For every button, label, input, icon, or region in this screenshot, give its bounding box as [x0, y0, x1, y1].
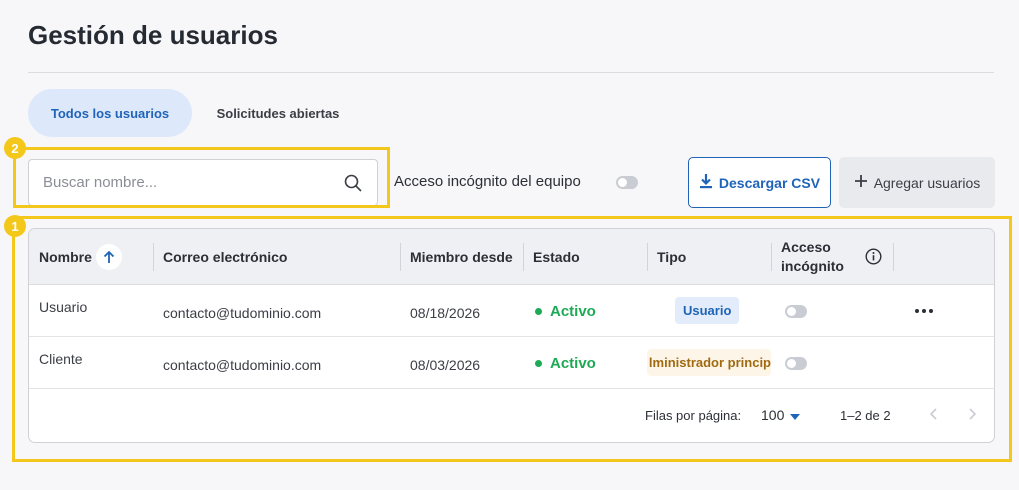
column-divider: [647, 243, 648, 271]
column-header-type[interactable]: Tipo: [657, 229, 686, 285]
user-name: Usuario: [39, 299, 88, 315]
search-field[interactable]: [28, 159, 378, 206]
user-name: Cliente: [39, 351, 83, 367]
column-divider: [893, 243, 894, 271]
column-header-email[interactable]: Correo electrónico: [163, 229, 287, 285]
info-icon[interactable]: [865, 248, 882, 270]
incognito-header-line1: Acceso: [781, 239, 831, 255]
add-users-button[interactable]: Agregar usuarios: [839, 157, 995, 208]
incognito-toggle[interactable]: [785, 357, 807, 370]
status-badge: Activo: [535, 303, 596, 320]
sort-ascending-icon[interactable]: [95, 244, 122, 270]
next-page-icon[interactable]: [969, 407, 977, 425]
page-title: Gestión de usuarios: [28, 20, 278, 50]
column-name-label: Nombre: [39, 249, 92, 265]
member-since: 08/18/2026: [410, 305, 481, 321]
users-table: Nombre Correo electrónico Miembro desde …: [28, 228, 995, 443]
table-header: Nombre Correo electrónico Miembro desde …: [29, 229, 994, 285]
type-badge: lministrador princip: [647, 349, 771, 376]
column-divider: [153, 243, 154, 271]
column-header-name[interactable]: Nombre: [39, 229, 122, 285]
search-input[interactable]: [43, 174, 343, 191]
tab-all-users[interactable]: Todos los usuarios: [28, 89, 192, 137]
add-users-label: Agregar usuarios: [873, 174, 981, 191]
column-divider: [523, 243, 524, 271]
team-incognito-label: Acceso incógnito del equipo: [394, 173, 581, 190]
column-header-status[interactable]: Estado: [533, 229, 580, 285]
status-badge: Activo: [535, 355, 596, 372]
search-icon[interactable]: [343, 173, 363, 193]
more-options-icon[interactable]: [915, 309, 933, 313]
team-incognito-toggle[interactable]: [616, 176, 638, 189]
incognito-toggle[interactable]: [785, 305, 807, 318]
tab-open-requests[interactable]: Solicitudes abiertas: [202, 89, 354, 137]
rows-per-page-label: Filas por página:: [645, 408, 742, 423]
column-divider: [771, 243, 772, 271]
download-csv-label: Descargar CSV: [718, 174, 821, 191]
incognito-header-line2: incógnito: [781, 258, 844, 274]
status-dot: [535, 360, 542, 367]
table-row[interactable]: Usuario contacto@tudominio.com 08/18/202…: [29, 285, 994, 337]
status-label: Activo: [550, 355, 596, 372]
caret-down-icon: [790, 407, 801, 423]
member-since: 08/03/2026: [410, 357, 481, 373]
status-dot: [535, 308, 542, 315]
annotation-badge: 2: [4, 137, 26, 159]
rows-per-page-select[interactable]: 100: [761, 407, 801, 423]
user-email: contacto@tudominio.com: [163, 357, 322, 373]
table-row[interactable]: Cliente contacto@tudominio.com 08/03/202…: [29, 337, 994, 389]
column-header-member-since[interactable]: Miembro desde: [410, 229, 513, 285]
prev-page-icon[interactable]: [929, 407, 937, 425]
status-label: Activo: [550, 303, 596, 320]
rows-per-page-value: 100: [761, 407, 785, 423]
header-divider: [28, 72, 994, 73]
plus-icon: [854, 174, 868, 191]
user-email: contacto@tudominio.com: [163, 305, 322, 321]
download-icon: [699, 173, 713, 192]
pagination-range: 1–2 de 2: [840, 408, 891, 423]
table-footer: Filas por página: 100 1–2 de 2: [29, 389, 994, 442]
type-badge: Usuario: [675, 297, 740, 324]
download-csv-button[interactable]: Descargar CSV: [688, 157, 831, 208]
column-divider: [400, 243, 401, 271]
column-header-incognito[interactable]: Acceso incógnito: [781, 229, 844, 285]
annotation-badge: 1: [4, 215, 26, 237]
